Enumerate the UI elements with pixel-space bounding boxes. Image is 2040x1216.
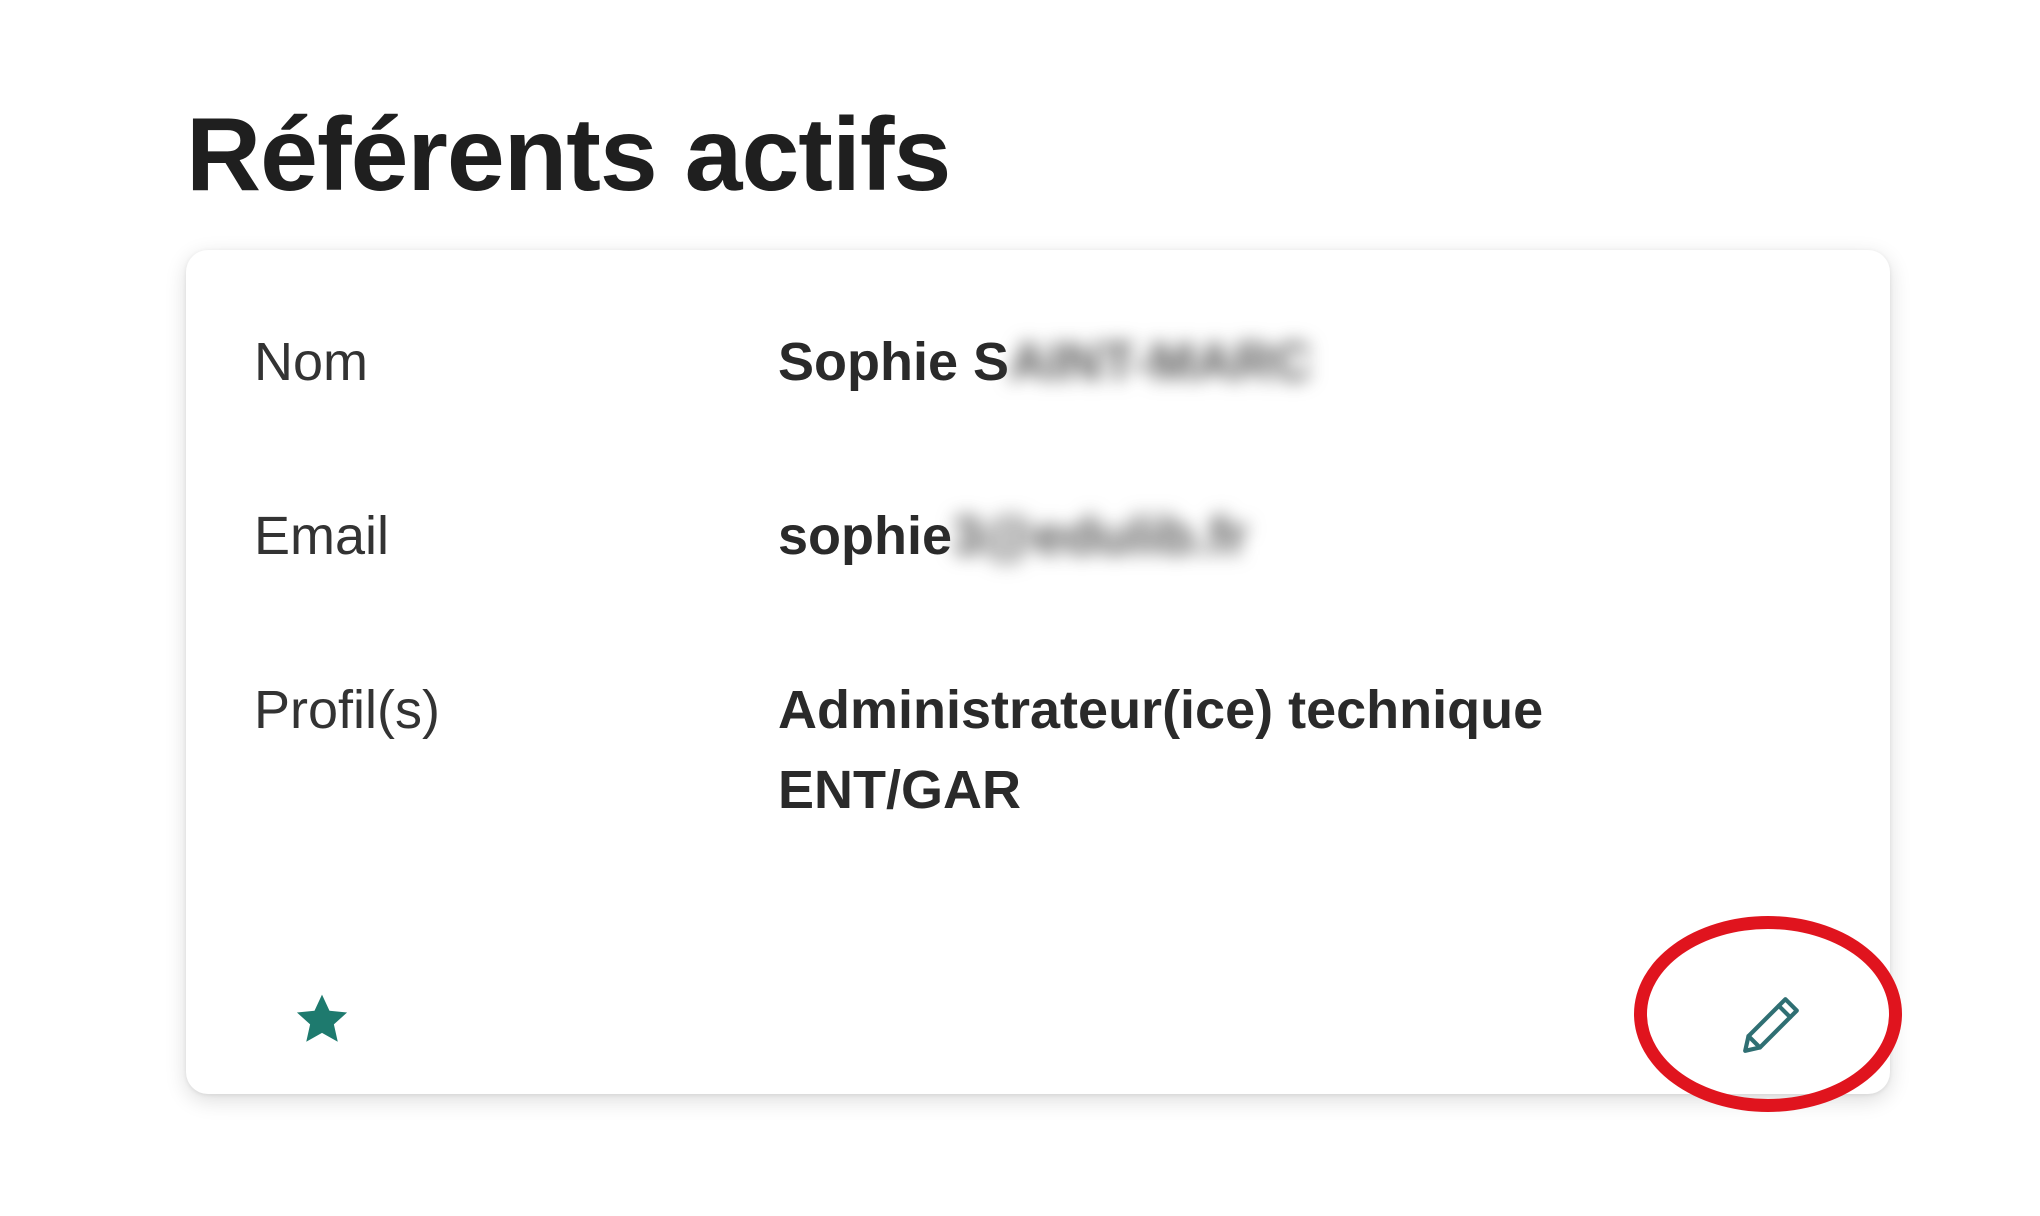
profile-value: Administrateur(ice) technique ENT/GAR <box>778 670 1814 830</box>
pencil-icon <box>1743 997 1799 1053</box>
name-label: Nom <box>254 332 369 392</box>
email-label: Email <box>254 506 390 566</box>
referent-card: Nom Sophie SAINT-MARC Email sophie3@edul… <box>186 250 1890 1094</box>
name-value: Sophie SAINT-MARC <box>778 322 1814 402</box>
email-row: Email sophie3@edulib.fr <box>254 496 1814 576</box>
profile-label: Profil(s) <box>254 680 440 740</box>
profile-row: Profil(s) Administrateur(ice) technique … <box>254 670 1814 830</box>
profile-value-line1: Administrateur(ice) technique <box>778 680 1544 740</box>
section-title: Référents actifs <box>186 97 951 213</box>
email-value-visible: sophie <box>778 506 953 566</box>
star-icon <box>296 994 348 1042</box>
email-value: sophie3@edulib.fr <box>778 496 1814 576</box>
name-value-visible: Sophie S <box>778 332 1010 392</box>
profile-value-line2: ENT/GAR <box>778 760 1021 820</box>
page: Référents actifs Nom Sophie SAINT-MARC E… <box>0 0 2040 1216</box>
favorite-button[interactable] <box>282 980 362 1060</box>
email-value-redacted: 3@edulib.fr <box>952 506 1248 566</box>
name-value-redacted: AINT-MARC <box>1009 332 1312 392</box>
name-row: Nom Sophie SAINT-MARC <box>254 322 1814 402</box>
edit-button[interactable] <box>1716 970 1826 1080</box>
